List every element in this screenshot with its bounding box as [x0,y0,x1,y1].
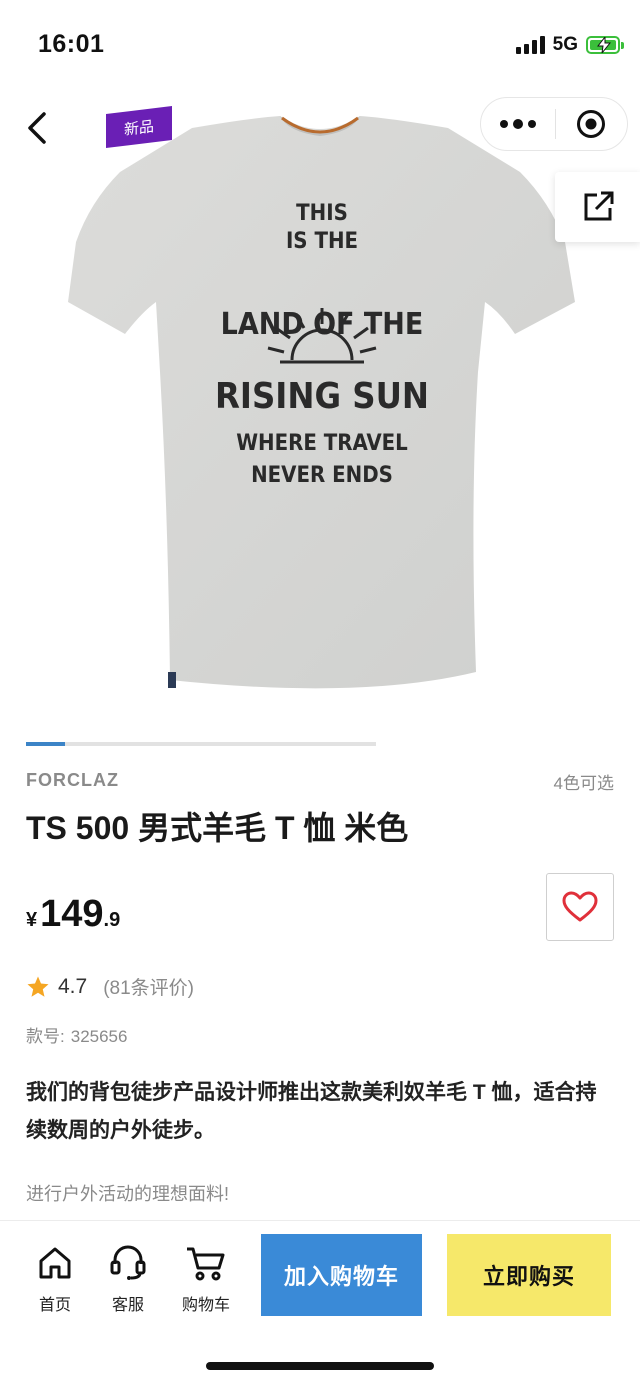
rating-score: 4.7 [58,974,88,998]
status-bar: 16:01 5G [0,0,640,88]
share-external-icon [584,191,613,221]
product-price: ¥ 149 .9 [26,893,120,936]
price-integer: 149 [40,893,104,935]
chevron-left-icon [28,112,46,144]
nav-customer-service[interactable]: 客服 [93,1243,163,1315]
home-icon [39,1247,71,1279]
battery-charging-icon [586,36,624,54]
add-to-cart-button[interactable]: 加入购物车 [261,1234,422,1316]
review-count[interactable]: (81条评价) [103,973,194,1000]
sku-label: 款号: [26,1027,65,1046]
price-decimal: .9 [103,909,121,931]
print-line-1: THIS [296,201,348,226]
close-program-button[interactable] [556,98,628,150]
home-indicator[interactable] [206,1362,434,1370]
target-icon [577,110,606,138]
sku-number: 325656 [70,1027,128,1046]
signal-icon [515,36,545,54]
cart-icon [187,1247,225,1281]
product-sku: 款号: 325656 [26,1022,127,1047]
star-icon [27,976,49,997]
product-rating[interactable]: 4.7 (81条评价) [26,973,194,1000]
dot-icon [512,119,523,129]
favorite-button[interactable] [546,873,614,941]
product-sub-description: 进行户外活动的理想面料! [26,1184,229,1204]
print-line-5: WHERE TRAVEL [236,431,408,456]
print-line-6: NEVER ENDS [251,463,393,488]
print-line-4: RISING SUN [215,376,429,417]
price-currency: ¥ [26,909,38,931]
product-title: TS 500 男式羊毛 T 恤 米色 [26,810,409,846]
buy-now-button[interactable]: 立即购买 [447,1234,611,1316]
nav-home[interactable]: 首页 [20,1243,90,1315]
nav-cart-label: 购物车 [181,1297,230,1314]
print-line-2: IS THE [286,229,358,254]
nav-cart[interactable]: 购物车 [171,1243,241,1315]
brand-name[interactable]: FORCLAZ [26,770,119,791]
product-description: 我们的背包徒步产品设计师推出这款美利奴羊毛 T 恤，适合持续数周的户外徒步。 [26,1081,597,1142]
dot-icon [527,120,536,128]
product-image[interactable]: THIS IS THE LAND OF THE RISING SUN WHERE… [60,112,580,702]
network-type: 5G [552,34,578,55]
more-options-button[interactable] [481,98,555,150]
back-button[interactable] [20,108,54,148]
gallery-progress-fill [26,742,65,746]
status-time: 16:01 [38,30,105,58]
headset-icon [110,1245,146,1280]
dot-icon [499,120,508,128]
nav-home-label: 首页 [38,1297,71,1314]
share-button[interactable] [555,172,640,242]
gallery-progress-bar [26,742,376,746]
colors-available[interactable]: 4色可选 [554,769,614,794]
heart-icon [562,891,598,922]
nav-customer-service-label: 客服 [111,1297,144,1314]
mini-program-capsule [480,97,628,151]
bottom-action-bar: 首页 客服 购物车 加入购物车 立即购买 [0,1220,640,1385]
status-indicators: 5G [515,34,624,56]
